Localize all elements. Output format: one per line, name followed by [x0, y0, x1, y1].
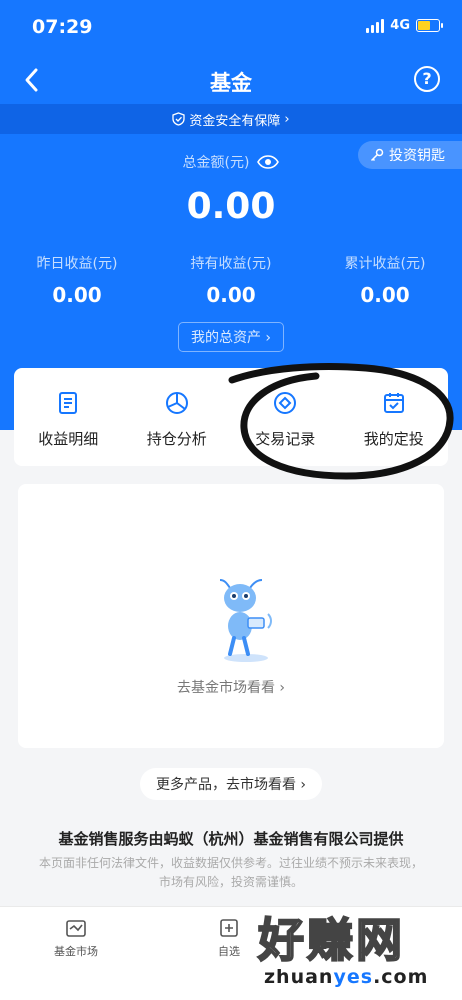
transaction-icon — [274, 392, 297, 414]
action-label: 我的定投 — [363, 430, 424, 448]
empty-state-card: 去基金市场看看 › — [18, 484, 444, 748]
disclaimer-line: 本页面非任何法律文件，收益数据仅供参考。过往业绩不预示未来表现， — [38, 856, 423, 870]
disclaimer-line: 市场有风险，投资需谨慎。 — [158, 875, 303, 889]
stat-label: 持有收益(元) — [190, 256, 272, 272]
document-icon — [59, 392, 78, 414]
stat-yesterday: 昨日收益(元) 0.00 — [0, 253, 154, 307]
watchlist-icon — [220, 919, 238, 937]
status-indicators: 4G — [366, 18, 443, 33]
stat-label: 累计收益(元) — [344, 256, 426, 272]
safety-label: 资金安全有保障 — [189, 113, 281, 129]
tab-fund-market[interactable]: 基金市场 — [54, 917, 98, 959]
stat-value: 0.00 — [206, 283, 256, 307]
network-type: 4G — [390, 18, 410, 33]
action-label: 收益明细 — [38, 430, 99, 448]
page-title: 基金 — [210, 71, 252, 95]
action-label: 交易记录 — [255, 430, 316, 448]
action-card: 收益明细 持仓分析 交易记录 我的定投 — [14, 368, 448, 466]
action-holding-analysis[interactable]: 持仓分析 — [123, 368, 232, 466]
help-button[interactable]: ? — [414, 66, 440, 92]
go-to-market-link[interactable]: 去基金市场看看 › — [18, 677, 444, 697]
action-label: 持仓分析 — [146, 430, 207, 448]
battery-icon — [416, 19, 443, 32]
tab-label: 基金市场 — [54, 945, 98, 958]
calendar-check-icon — [383, 393, 404, 413]
eye-icon[interactable] — [257, 155, 280, 169]
status-bar: 07:29 4G — [0, 0, 462, 50]
tab-label: 自选 — [218, 945, 240, 958]
earnings-stats: 昨日收益(元) 0.00 持有收益(元) 0.00 累计收益(元) 0.00 — [0, 253, 462, 307]
total-assets-button[interactable]: 我的总资产 › — [178, 322, 284, 352]
tab-watchlist[interactable]: 自选 — [218, 917, 240, 959]
more-products-button[interactable]: 更多产品，去市场看看 › — [140, 768, 322, 800]
stat-holding: 持有收益(元) 0.00 — [154, 253, 308, 307]
stat-value: 0.00 — [360, 283, 410, 307]
ant-mascot-icon — [219, 579, 272, 662]
total-amount-label: 总金额(元) — [182, 155, 250, 171]
market-icon — [66, 920, 86, 937]
safety-banner[interactable]: 资金安全有保障 › — [0, 104, 462, 134]
action-transaction-records[interactable]: 交易记录 — [231, 368, 340, 466]
chevron-right-icon: › — [284, 111, 290, 127]
total-amount-label-row: 总金额(元) — [0, 152, 462, 172]
pie-chart-icon — [165, 392, 188, 414]
disclaimer: 本页面非任何法律文件，收益数据仅供参考。过往业绩不预示未来表现， 市场有风险，投… — [16, 854, 446, 892]
bottom-tab-bar: 基金市场 自选 — [0, 906, 462, 1000]
status-time: 07:29 — [32, 16, 93, 38]
shield-icon — [172, 112, 186, 126]
stat-cumulative: 累计收益(元) 0.00 — [308, 253, 462, 307]
stat-value: 0.00 — [52, 283, 102, 307]
provider-statement: 基金销售服务由蚂蚁（杭州）基金销售有限公司提供 — [58, 830, 404, 848]
action-my-auto-invest[interactable]: 我的定投 — [340, 368, 449, 466]
stat-label: 昨日收益(元) — [36, 256, 118, 272]
action-income-details[interactable]: 收益明细 — [14, 368, 123, 466]
nav-bar: 基金 ? — [0, 58, 462, 102]
total-amount-value: 0.00 — [186, 186, 276, 227]
signal-icon — [366, 18, 385, 33]
